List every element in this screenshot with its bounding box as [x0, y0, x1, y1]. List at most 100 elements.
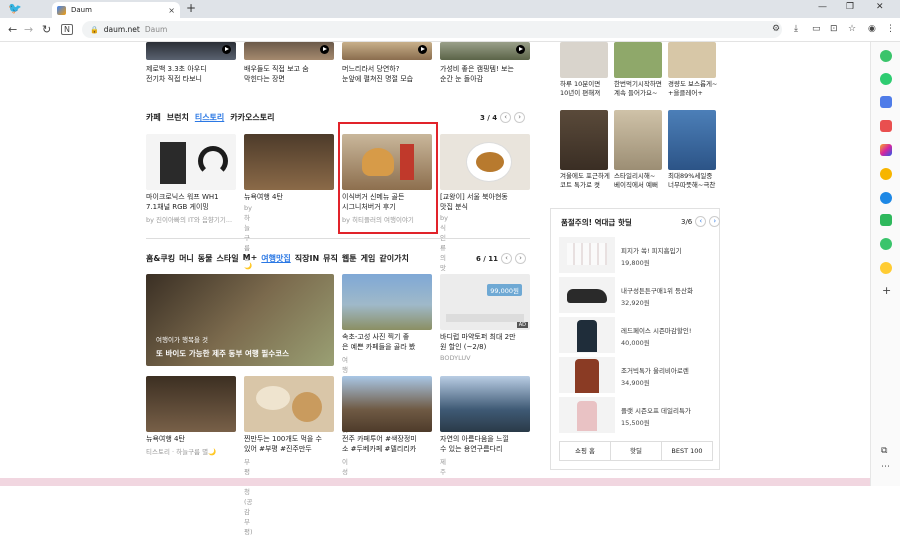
star-app-icon[interactable]: [880, 168, 892, 180]
tab-hot-deal[interactable]: 핫딜: [611, 442, 662, 460]
tab-shopping-home[interactable]: 쇼핑 홈: [560, 442, 611, 460]
menu-icon[interactable]: ⋮: [886, 24, 895, 34]
product-caption: 하루 10분이면 10년이 편해져: [560, 80, 601, 97]
tab-game[interactable]: 게임: [361, 253, 376, 264]
product-thumbnail: [668, 42, 716, 78]
card-source: BODYLUV: [440, 354, 471, 362]
card-title: 뉴욕여행 4탄: [244, 193, 283, 201]
more-icon[interactable]: ⋯: [881, 462, 890, 472]
deal-item[interactable]: 조거빅톡가 울리비아로렌 34,900원: [559, 357, 714, 395]
daum-favicon-icon: [57, 5, 66, 15]
deal-item[interactable]: 플랫 시즌오프 데일리특가 15,500원: [559, 397, 714, 435]
close-window-icon[interactable]: ✕: [876, 2, 884, 12]
deal-item[interactable]: 내구성튼튼구매1위 등산화 32,920원: [559, 277, 714, 315]
tab-style[interactable]: 스타일: [217, 253, 239, 264]
new-tab-button[interactable]: +: [186, 1, 196, 15]
tab-music[interactable]: 뮤직: [323, 253, 338, 264]
next-page-button[interactable]: ›: [514, 112, 526, 123]
pocket-icon[interactable]: [880, 120, 892, 132]
capture-icon[interactable]: ⊡: [830, 24, 838, 34]
cafe-thumbnail: [342, 274, 432, 330]
video-thumbnail: [146, 42, 236, 60]
restore-icon[interactable]: ❐: [846, 2, 854, 12]
tab-home-cooking[interactable]: 홈&쿠킹: [146, 253, 175, 264]
reload-icon[interactable]: ↻: [42, 23, 51, 36]
tab-strip: 🐦 Daum × + — ❐ ✕: [0, 0, 900, 18]
product-thumbnail: [614, 42, 662, 78]
tab-together[interactable]: 같이가치: [379, 253, 408, 264]
reader-icon[interactable]: N: [61, 24, 73, 35]
sidebar-app-icon[interactable]: [880, 238, 892, 250]
play-icon: [418, 45, 427, 54]
prev-page-button[interactable]: ‹: [500, 112, 512, 123]
headphone-thumbnail: [146, 134, 236, 190]
product-caption: 최대89%세일중 너무따뜻해~극찬: [668, 172, 716, 189]
instagram-icon[interactable]: [880, 144, 892, 156]
tab-daum[interactable]: Daum ×: [52, 2, 180, 18]
product-caption: 스타일리시해~ 베이직에서 예뻐: [614, 172, 658, 189]
prev-page-button[interactable]: ‹: [501, 253, 513, 264]
tab-best-100[interactable]: BEST 100: [662, 442, 712, 460]
profile-icon[interactable]: ◉: [868, 24, 876, 34]
sidebar-app-icon[interactable]: [880, 73, 892, 85]
sidebar-app-icon[interactable]: [880, 50, 892, 62]
forward-icon[interactable]: →: [24, 23, 33, 36]
play-icon: [516, 45, 525, 54]
video-caption: 제로백 3.3초 아우디 전기차 직접 타보니: [146, 65, 207, 83]
calendar-icon[interactable]: [880, 96, 892, 108]
dumpling-thumbnail: [244, 376, 334, 432]
video-caption: 배우들도 직접 보고 숨 막힌다는 장면: [244, 65, 309, 83]
minimize-icon[interactable]: —: [818, 2, 827, 12]
video-icon[interactable]: ▭: [812, 24, 821, 34]
star-icon[interactable]: ☆: [848, 24, 856, 34]
mattress-thumbnail: 99,000원 AD: [440, 274, 530, 330]
tab-cafe[interactable]: 카페: [146, 112, 161, 123]
hot-deal-panel: 품절주의! 역대급 핫딜 3/6 ‹ › 피지가 쏙! 피지흡입기 19,800…: [550, 208, 721, 470]
product-caption: 겨울에도 포근하게 코트 톡가로 켯: [560, 172, 610, 189]
extension-icon[interactable]: ⚙: [772, 24, 780, 34]
food-thumbnail: [440, 134, 530, 190]
tab-money[interactable]: 머니: [179, 253, 194, 264]
play-icon: [222, 45, 231, 54]
next-page-button[interactable]: ›: [709, 216, 721, 227]
tab-mplus[interactable]: M+: [243, 253, 258, 264]
product-image: [559, 357, 615, 393]
tab-brunch[interactable]: 브런치: [167, 112, 189, 123]
video-caption: 머느리라서 당연하? 눈앞에 펼쳐진 명절 모습: [342, 65, 414, 83]
card-title: 속초-고성 사진 찍기 좋 은 예쁜 카페들을 골라 봤: [342, 333, 416, 351]
url-field[interactable]: 🔒 daum.net Daum: [82, 21, 782, 38]
product-image: [559, 277, 615, 313]
product-thumbnail: [614, 110, 662, 170]
tab-animal[interactable]: 동물: [198, 253, 213, 264]
tab-tistory[interactable]: 티스토리: [195, 112, 224, 123]
tab-travel-food[interactable]: 여행맛집: [261, 253, 290, 264]
download-icon[interactable]: ⤓: [794, 24, 798, 34]
tab-title: Daum: [71, 6, 92, 14]
edge-icon[interactable]: [880, 192, 892, 204]
tab-webtoon[interactable]: 웹툰: [342, 253, 357, 264]
emoji-icon[interactable]: [880, 262, 892, 274]
twitter-icon[interactable]: 🐦: [8, 2, 30, 16]
product-name: 조거빅톡가 울리비아로렌: [621, 367, 689, 375]
featured-caption: 또 바이도 가능한 제주 동부 여행 필수코스: [156, 349, 289, 358]
page-content: 제로백 3.3초 아우디 전기차 직접 타보니 배우들도 직접 보고 숨 막힌다…: [0, 42, 870, 536]
featured-overlay: 여행이가 행복을 것: [156, 336, 208, 344]
product-price: 40,000원: [621, 339, 650, 347]
prev-page-button[interactable]: ‹: [695, 216, 707, 227]
deal-item[interactable]: 레드페이스 시즌마감할인! 40,000원: [559, 317, 714, 355]
product-name: 플랫 시즌오프 데일리특가: [621, 407, 691, 415]
shopping-tabs: 쇼핑 홈 핫딜 BEST 100: [559, 441, 713, 461]
deal-item[interactable]: 피지가 쏙! 피지흡입기 19,800원: [559, 237, 714, 275]
next-page-button[interactable]: ›: [515, 253, 527, 264]
browser-sidebar: + ⧉ ⋯: [870, 42, 900, 486]
add-app-icon[interactable]: +: [882, 284, 891, 297]
play-icon: [320, 45, 329, 54]
tab-kakaostory[interactable]: 카카오스토리: [230, 112, 274, 123]
excel-icon[interactable]: [880, 214, 892, 226]
url-host: daum.net: [103, 25, 140, 34]
back-icon[interactable]: ←: [8, 23, 17, 36]
product-price: 34,900원: [621, 379, 650, 387]
close-tab-icon[interactable]: ×: [168, 6, 175, 15]
tab-work[interactable]: 직장IN: [295, 253, 319, 264]
external-link-icon[interactable]: ⧉: [881, 446, 887, 456]
